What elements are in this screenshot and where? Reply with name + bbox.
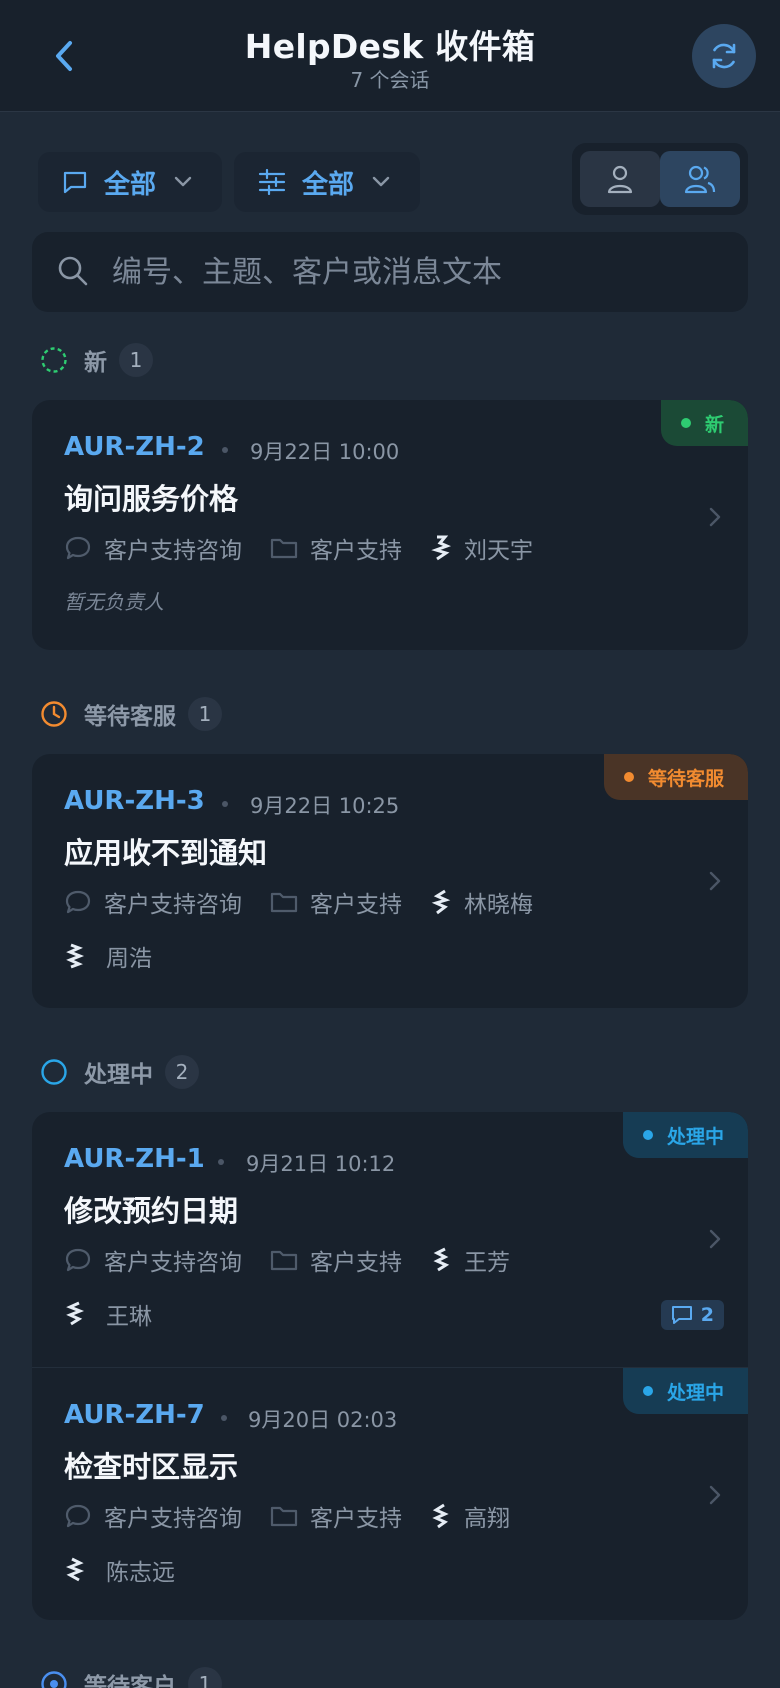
assignee-empty: 暂无负责人 — [64, 590, 164, 614]
page-title: HelpDesk 收件箱 — [244, 27, 536, 66]
ticket-assignee: 王琳 — [64, 1296, 152, 1332]
group-header-waiting-agent[interactable]: 等待客服 1 — [40, 694, 222, 734]
view-toggle — [572, 143, 748, 215]
ticket-id[interactable]: AUR-ZH-7 — [64, 1400, 205, 1430]
group-name: 等待客服 — [84, 704, 176, 730]
group-count: 2 — [165, 1055, 199, 1089]
ticket-date: 9月22日 10:25 — [250, 794, 400, 818]
message-icon — [671, 1306, 692, 1324]
group-name: 处理中 — [84, 1062, 153, 1088]
ticket-id[interactable]: AUR-ZH-1 — [64, 1144, 205, 1174]
status-badge: 等待客服 — [603, 754, 748, 800]
chevron-right-icon — [709, 871, 721, 891]
circle-icon — [41, 1059, 67, 1085]
ticket-date: 9月20日 02:03 — [248, 1408, 398, 1432]
folder-icon — [270, 1250, 298, 1271]
ticket-assignee: 陈志远 — [64, 1552, 175, 1588]
dot-circle-icon — [41, 1671, 67, 1688]
comment-icon — [65, 1504, 91, 1528]
ticket-id[interactable]: AUR-ZH-3 — [64, 786, 205, 816]
ticket-subject: 修改预约日期 — [64, 1194, 239, 1228]
chevron-down-icon — [372, 176, 390, 187]
status-badge: 处理中 — [622, 1368, 748, 1414]
all-tickets-button[interactable] — [660, 151, 740, 207]
customer-avatar — [430, 534, 452, 562]
assignee-avatar — [64, 1300, 86, 1328]
folder-icon — [270, 1506, 298, 1527]
status-filter-label: 全部 — [302, 169, 355, 200]
group-header-new[interactable]: 新 1 — [40, 340, 153, 380]
folder-icon — [270, 538, 298, 559]
dashed-circle-icon — [41, 347, 67, 373]
ticket-card[interactable]: 处理中 AUR-ZH-7 9月20日 02:03 检查时区显示 客户支持咨询 客… — [32, 1367, 748, 1620]
group-name: 等待客户 — [84, 1674, 176, 1688]
conversation-count: 7 个会话 — [350, 68, 430, 92]
refresh-button[interactable] — [692, 24, 756, 88]
status-badge: 处理中 — [622, 1112, 748, 1158]
ticket-card[interactable]: 新 AUR-ZH-2 9月22日 10:00 询问服务价格 客户支持咨询 客户支… — [32, 400, 748, 650]
ticket-card[interactable]: 处理中 AUR-ZH-1 9月21日 10:12 修改预约日期 客户支持咨询 客… — [32, 1112, 748, 1366]
group-name: 新 — [84, 350, 107, 376]
app-header: HelpDesk 收件箱 7 个会话 — [0, 0, 780, 112]
ticket-card[interactable]: 等待客服 AUR-ZH-3 9月22日 10:25 应用收不到通知 客户支持咨询… — [32, 754, 748, 1008]
group-header-waiting-customer[interactable]: 等待客户 1 — [40, 1664, 222, 1688]
customer-avatar — [430, 1246, 452, 1274]
refresh-icon — [712, 43, 736, 69]
channel-filter[interactable]: 全部 — [38, 152, 222, 212]
ticket-meta: 客户支持咨询 客户支持 刘天宇 — [64, 530, 533, 566]
chevron-right-icon — [709, 1229, 721, 1249]
my-tickets-button[interactable] — [580, 151, 660, 207]
search-input[interactable] — [112, 232, 732, 312]
ticket-subject: 检查时区显示 — [64, 1450, 239, 1484]
channel-filter-label: 全部 — [104, 169, 157, 200]
group-count: 1 — [119, 343, 153, 377]
ticket-group-card: 处理中 AUR-ZH-1 9月21日 10:12 修改预约日期 客户支持咨询 客… — [32, 1112, 748, 1620]
customer-avatar — [430, 1502, 452, 1530]
ticket-assignee: 周浩 — [64, 938, 152, 974]
customer-avatar — [430, 888, 452, 916]
search-bar — [32, 232, 748, 312]
ticket-subject: 应用收不到通知 — [64, 836, 268, 870]
clock-icon — [41, 701, 67, 727]
users-icon — [684, 165, 716, 194]
chevron-right-icon — [709, 507, 721, 527]
ticket-meta: 客户支持咨询 客户支持 高翔 — [64, 1498, 510, 1534]
ticket-date: 9月21日 10:12 — [246, 1152, 396, 1176]
status-filter[interactable]: 全部 — [234, 152, 420, 212]
user-icon — [607, 165, 633, 194]
group-header-in-progress[interactable]: 处理中 2 — [40, 1052, 199, 1092]
ticket-date: 9月22日 10:00 — [250, 440, 400, 464]
chat-icon — [63, 171, 87, 194]
chevron-right-icon — [709, 1485, 721, 1505]
assignee-avatar — [64, 942, 86, 970]
chevron-down-icon — [174, 176, 192, 187]
comment-icon — [65, 890, 91, 914]
message-count-badge: 2 — [660, 1300, 724, 1330]
comment-icon — [65, 536, 91, 560]
search-icon — [58, 256, 88, 286]
ticket-id[interactable]: AUR-ZH-2 — [64, 432, 205, 462]
ticket-subject: 询问服务价格 — [64, 482, 239, 516]
sliders-icon — [258, 169, 286, 195]
assignee-avatar — [64, 1556, 86, 1584]
folder-icon — [270, 892, 298, 913]
comment-icon — [65, 1248, 91, 1272]
ticket-meta: 客户支持咨询 客户支持 王芳 — [64, 1242, 510, 1278]
group-count: 1 — [188, 697, 222, 731]
status-badge: 新 — [660, 400, 748, 446]
ticket-meta: 客户支持咨询 客户支持 林晓梅 — [64, 884, 533, 920]
group-count: 1 — [188, 1667, 222, 1688]
